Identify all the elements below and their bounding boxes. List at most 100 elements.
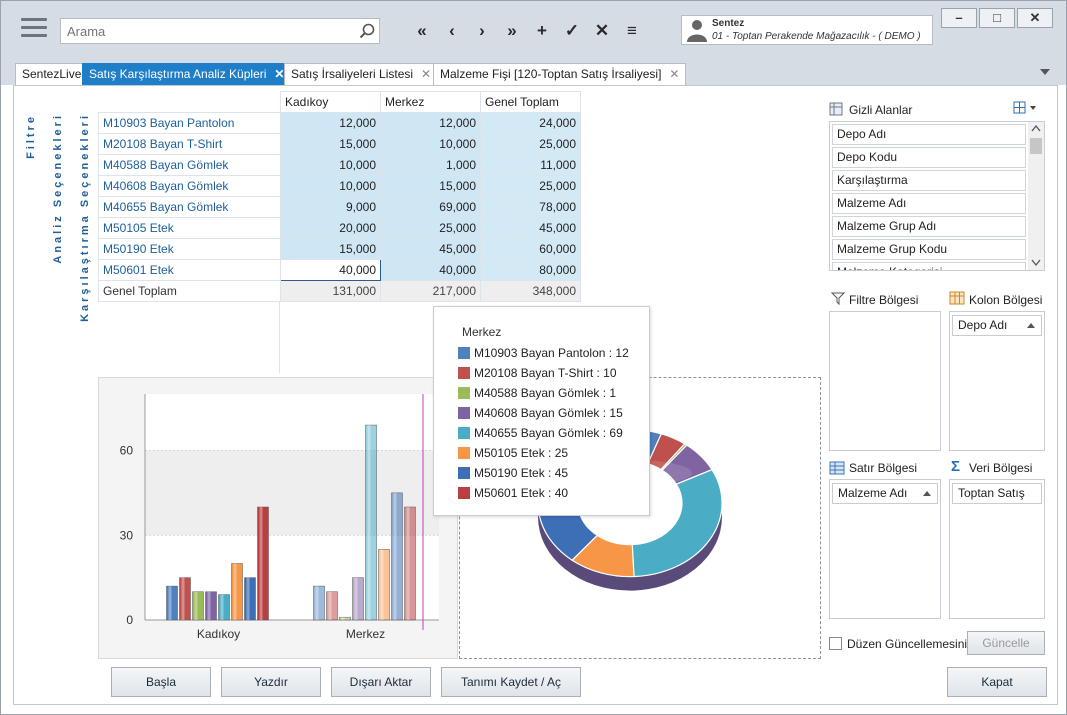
total-cell[interactable]: 348,000 — [480, 280, 581, 302]
grand-total-cell[interactable]: 11,000 — [480, 154, 581, 176]
data-cell[interactable]: 15,000 — [280, 133, 381, 155]
grand-total-cell[interactable]: 24,000 — [480, 112, 581, 134]
field-item[interactable]: Malzeme Grup Kodu — [832, 239, 1026, 260]
column-header[interactable]: Genel Toplam — [480, 91, 581, 113]
data-cell[interactable]: 45,000 — [380, 238, 481, 260]
minimize-button[interactable]: – — [941, 8, 977, 28]
filter-panel-toggle[interactable]: Filtre — [25, 114, 37, 159]
sort-up-icon[interactable] — [923, 491, 931, 496]
close-tab-icon[interactable]: ✕ — [274, 67, 284, 81]
row-header[interactable]: M50601 Etek — [98, 259, 281, 281]
defer-update-checkbox[interactable] — [829, 637, 842, 650]
row-field-chip[interactable]: Malzeme Adı — [832, 483, 938, 504]
update-button[interactable]: Güncelle — [967, 631, 1045, 655]
legend-label: M40608 Bayan Gömlek : 15 — [474, 406, 623, 420]
print-button[interactable]: Yazdır — [221, 667, 321, 697]
sort-up-icon[interactable] — [1027, 323, 1035, 328]
data-cell[interactable]: 10,000 — [280, 154, 381, 176]
field-item[interactable]: Depo Kodu — [832, 147, 1026, 168]
row-drop-area[interactable]: Malzeme Adı — [829, 479, 941, 619]
field-item[interactable]: Malzeme Kategorisi — [832, 262, 1026, 270]
data-cell[interactable]: 12,000 — [280, 112, 381, 134]
save-record-button[interactable]: ✓ — [557, 19, 587, 43]
new-record-button[interactable]: + — [527, 19, 557, 43]
column-field-chip[interactable]: Depo Adı — [952, 315, 1042, 336]
field-item[interactable]: Malzeme Grup Adı — [832, 216, 1026, 237]
close-window-button[interactable]: ✕ — [1017, 8, 1053, 28]
total-cell[interactable]: 217,000 — [380, 280, 481, 302]
data-cell[interactable]: 12,000 — [380, 112, 481, 134]
tab-material-slip[interactable]: Malzeme Fişi [120-Toptan Satış İrsaliyes… — [433, 63, 687, 85]
legend-item: M50601 Etek : 40 — [458, 486, 568, 500]
vertical-scrollbar[interactable] — [1028, 122, 1044, 270]
row-header[interactable]: M50105 Etek — [98, 217, 281, 239]
user-name: Sentez — [712, 18, 745, 29]
total-cell[interactable]: 131,000 — [280, 280, 381, 302]
data-cell[interactable]: 10,000 — [380, 133, 481, 155]
row-header[interactable]: M20108 Bayan T-Shirt — [98, 133, 281, 155]
legend-item: M40608 Bayan Gömlek : 15 — [458, 406, 623, 420]
user-info[interactable]: Sentez 01 - Toptan Perakende Mağazacılık… — [681, 15, 933, 45]
search-icon[interactable] — [359, 23, 375, 39]
column-drop-area[interactable]: Depo Adı — [949, 311, 1045, 451]
data-cell[interactable]: 15,000 — [280, 238, 381, 260]
selected-cell[interactable]: 40,000 — [280, 259, 381, 281]
data-cell[interactable]: 9,000 — [280, 196, 381, 218]
field-item[interactable]: Depo Adı — [832, 124, 1026, 145]
maximize-button[interactable]: □ — [979, 8, 1015, 28]
user-avatar-icon — [687, 20, 707, 42]
row-header[interactable]: M40588 Bayan Gömlek — [98, 154, 281, 176]
more-menu-button[interactable]: ≡ — [617, 19, 647, 43]
layout-options-icon[interactable] — [1013, 101, 1039, 115]
row-header[interactable]: M40608 Bayan Gömlek — [98, 175, 281, 197]
bar-chart-panel[interactable]: 0 30 60 Kadıkoy Merkez — [98, 377, 458, 659]
save-definition-button[interactable]: Tanımı Kaydet / Aç — [441, 667, 581, 697]
data-cell[interactable]: 20,000 — [280, 217, 381, 239]
data-cell[interactable]: 25,000 — [380, 217, 481, 239]
row-header[interactable]: M10903 Bayan Pantolon — [98, 112, 281, 134]
analysis-options-toggle[interactable]: Analiz Seçenekleri — [52, 113, 64, 264]
data-field-chip[interactable]: Toptan Satış — [952, 483, 1042, 504]
row-area-title: Satır Bölgesi — [849, 461, 918, 475]
comparison-options-toggle[interactable]: Karşılaştırma Seçenekleri — [79, 113, 91, 322]
field-item[interactable]: Karşılaştırma — [832, 170, 1026, 191]
previous-record-button[interactable]: ‹ — [437, 19, 467, 43]
tab-sales-waybills[interactable]: Satış İrsaliyeleri Listesi ✕ — [284, 63, 439, 85]
data-cell[interactable]: 1,000 — [380, 154, 481, 176]
data-cell[interactable]: 69,000 — [380, 196, 481, 218]
data-cell[interactable]: 10,000 — [280, 175, 381, 197]
last-record-button[interactable]: » — [497, 19, 527, 43]
first-record-button[interactable]: « — [407, 19, 437, 43]
field-item[interactable]: Malzeme Adı — [832, 193, 1026, 214]
close-tab-icon[interactable]: ✕ — [421, 67, 431, 81]
row-header[interactable]: M40655 Bayan Gömlek — [98, 196, 281, 218]
grand-total-cell[interactable]: 45,000 — [480, 217, 581, 239]
start-button[interactable]: Başla — [111, 667, 211, 697]
tab-sales-comparison[interactable]: Satış Karşılaştırma Analiz Küpleri ✕ — [82, 63, 292, 85]
grand-total-cell[interactable]: 25,000 — [480, 175, 581, 197]
filter-drop-area[interactable] — [829, 311, 941, 451]
tab-dropdown-icon[interactable] — [1040, 69, 1050, 75]
search-input[interactable] — [61, 19, 351, 43]
data-cell[interactable]: 40,000 — [380, 259, 481, 281]
data-cell[interactable]: 15,000 — [380, 175, 481, 197]
data-drop-area[interactable]: Toptan Satış — [949, 479, 1045, 619]
tab-sentezlive[interactable]: SentezLive — [15, 63, 89, 85]
column-header[interactable]: Merkez — [380, 91, 481, 113]
search-box[interactable] — [60, 18, 380, 44]
next-record-button[interactable]: › — [467, 19, 497, 43]
bar-highlight — [393, 492, 397, 620]
grand-total-cell[interactable]: 78,000 — [480, 196, 581, 218]
hidden-fields-list[interactable]: Depo Adı Depo Kodu Karşılaştırma Malzeme… — [829, 121, 1045, 271]
column-header[interactable]: Kadıkoy — [280, 91, 381, 113]
close-tab-icon[interactable]: ✕ — [669, 67, 679, 81]
row-header[interactable]: M50190 Etek — [98, 238, 281, 260]
grand-total-cell[interactable]: 60,000 — [480, 238, 581, 260]
filter-area-title: Filtre Bölgesi — [849, 293, 919, 307]
grand-total-cell[interactable]: 80,000 — [480, 259, 581, 281]
export-button[interactable]: Dışarı Aktar — [331, 667, 431, 697]
close-button[interactable]: Kapat — [947, 667, 1047, 697]
grand-total-cell[interactable]: 25,000 — [480, 133, 581, 155]
menu-icon[interactable] — [21, 18, 47, 40]
cancel-record-button[interactable]: ✕ — [587, 19, 617, 43]
